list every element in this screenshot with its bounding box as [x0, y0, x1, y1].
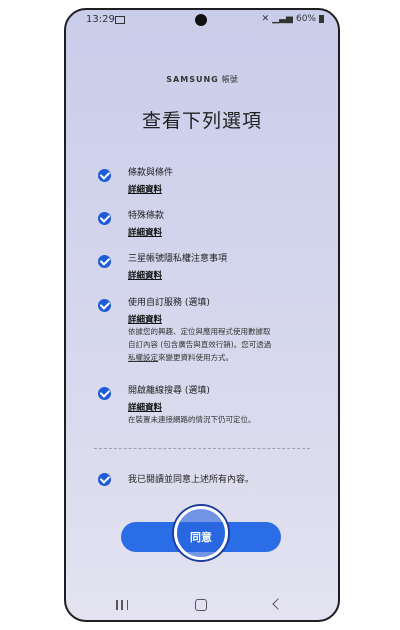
details-link[interactable]: 詳細資料: [128, 269, 162, 281]
signal-icon: ▁▃▅: [272, 14, 293, 24]
status-icons: ✕ ▁▃▅ 60%: [262, 14, 324, 24]
agree-all-row[interactable]: 我已閱讀並同意上述所有內容。: [98, 469, 318, 489]
list-item-terms: 條款與條件 詳細資料: [98, 165, 318, 199]
brand-logo: SAMSUNG: [166, 75, 219, 84]
list-item-special-terms: 特殊條款 詳細資料: [98, 208, 318, 242]
brand-sub: 帳號: [221, 75, 238, 84]
front-camera: [195, 14, 207, 26]
checkbox-checked-icon[interactable]: [98, 169, 111, 182]
item-label: 使用自訂服務 (選填): [128, 298, 210, 308]
divider: [94, 448, 310, 449]
details-link[interactable]: 詳細資料: [128, 183, 162, 195]
mute-icon: ✕: [261, 14, 270, 24]
list-item-privacy-notice: 三星帳號隱私權注意事項 詳細資料: [98, 251, 318, 285]
desc-line: 在裝置未連接網路的情況下仍可定位。: [128, 415, 256, 424]
item-label: 特殊條款: [128, 211, 165, 221]
phone-screen: 13:29 ✕ ▁▃▅ 60% SAMSUNG 帳號 查看下列選項 條款與條件 詳…: [64, 8, 340, 622]
navigation-bar: [66, 592, 338, 620]
details-link[interactable]: 詳細資料: [128, 226, 162, 238]
agree-all-label: 我已閱讀並同意上述所有內容。: [128, 475, 255, 485]
desc-line: 自訂內容 (包含廣告與直效行銷)。您可透過: [128, 340, 272, 349]
recent-apps-icon[interactable]: [116, 600, 128, 610]
checkbox-checked-icon[interactable]: [98, 255, 111, 268]
item-label: 三星帳號隱私權注意事項: [128, 254, 228, 264]
brand-header: SAMSUNG 帳號: [66, 74, 338, 85]
battery-percent: 60%: [295, 14, 316, 24]
item-description: 依據您的興趣、定位與應用程式使用數據取 自訂內容 (包含廣告與直效行銷)。您可透…: [128, 325, 318, 364]
details-link[interactable]: 詳細資料: [128, 401, 162, 413]
agree-button-label-layer: 同意: [121, 522, 281, 552]
agree-button-label: 同意: [190, 531, 212, 544]
battery-icon: [319, 15, 324, 23]
checkbox-checked-icon[interactable]: [98, 299, 111, 312]
details-link[interactable]: 詳細資料: [128, 313, 162, 325]
checkbox-checked-icon[interactable]: [98, 212, 111, 225]
status-bar: 13:29 ✕ ▁▃▅ 60%: [66, 10, 338, 32]
privacy-settings-link[interactable]: 私權設定: [128, 353, 158, 362]
status-time: 13:29: [86, 14, 115, 25]
list-item-customization-service: 使用自訂服務 (選填) 詳細資料 依據您的興趣、定位與應用程式使用數據取 自訂內…: [98, 295, 318, 367]
item-label: 條款與條件: [128, 168, 174, 178]
item-label: 開啟離線搜尋 (選填): [128, 386, 210, 396]
list-item-offline-finding: 開啟離線搜尋 (選填) 詳細資料 在裝置未連接網路的情況下仍可定位。: [98, 383, 318, 429]
desc-text: 來變更資料使用方式。: [158, 353, 233, 362]
desc-line: 依據您的興趣、定位與應用程式使用數據取: [128, 327, 271, 336]
checkbox-checked-icon[interactable]: [98, 473, 111, 486]
page-title: 查看下列選項: [141, 110, 262, 132]
item-description: 在裝置未連接網路的情況下仍可定位。: [128, 413, 318, 426]
desc-line: 私權設定來變更資料使用方式。: [128, 351, 318, 364]
checkbox-checked-icon[interactable]: [98, 387, 111, 400]
home-icon[interactable]: [195, 599, 207, 611]
image-notification-icon: [115, 16, 125, 24]
back-icon[interactable]: [272, 598, 284, 610]
